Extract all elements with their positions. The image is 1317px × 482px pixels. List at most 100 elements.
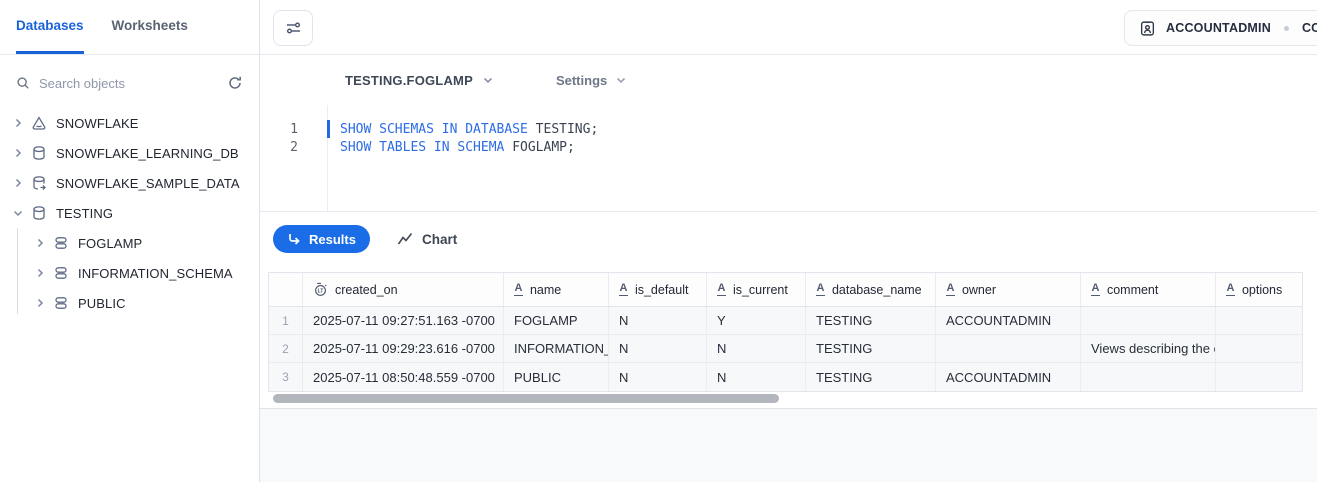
table-cell-is_default[interactable]: N	[609, 363, 707, 391]
tree-item-label: INFORMATION_SCHEMA	[78, 266, 233, 281]
column-header-comment[interactable]: Acomment	[1081, 273, 1216, 306]
tab-databases[interactable]: Databases	[16, 0, 84, 54]
chevron-right-icon[interactable]	[32, 237, 48, 249]
object-explorer-sidebar: Databases Worksheets Search objects SNOW…	[0, 0, 260, 482]
table-cell-is_current[interactable]: N	[707, 335, 806, 362]
database-icon	[31, 145, 47, 161]
table-cell-is_default[interactable]: N	[609, 335, 707, 362]
table-cell-created_on[interactable]: 2025-07-11 09:29:23.616 -0700	[303, 335, 504, 362]
table-cell-created_on[interactable]: 2025-07-11 08:50:48.559 -0700	[303, 363, 504, 391]
row-number-header[interactable]	[269, 273, 303, 306]
table-cell-created_on[interactable]: 2025-07-11 09:27:51.163 -0700	[303, 307, 504, 334]
text-cursor	[327, 120, 330, 138]
table-cell-owner[interactable]: ACCOUNTADMIN	[936, 363, 1081, 391]
chart-tab[interactable]: Chart	[397, 232, 457, 247]
horizontal-scrollbar-track[interactable]	[268, 392, 1303, 406]
chevron-right-icon[interactable]	[32, 267, 48, 279]
results-tab[interactable]: Results	[273, 225, 370, 253]
column-header-is_current[interactable]: Ais_current	[707, 273, 806, 306]
sql-identifier: TESTING;	[536, 122, 599, 137]
tab-worksheets[interactable]: Worksheets	[112, 0, 188, 54]
table-row: 22025-07-11 09:29:23.616 -0700INFORMATIO…	[269, 335, 1302, 363]
table-cell-options[interactable]	[1216, 307, 1304, 334]
code-line[interactable]: SHOW TABLES IN SCHEMA FOGLAMP;	[340, 139, 1317, 157]
row-number[interactable]: 2	[269, 335, 303, 362]
text-type-icon: A	[816, 283, 825, 297]
sidebar-tab-bar: Databases Worksheets	[0, 0, 259, 55]
tree-item-testing[interactable]: TESTING	[0, 198, 259, 228]
column-name: name	[530, 283, 561, 297]
table-cell-name[interactable]: INFORMATION_SCHEMA	[504, 335, 609, 362]
column-header-is_default[interactable]: Ais_default	[609, 273, 707, 306]
horizontal-scrollbar-thumb[interactable]	[273, 394, 779, 403]
refresh-icon[interactable]	[227, 75, 243, 91]
results-panel: Results Chart LTcreated_onAnameAis_defau…	[260, 211, 1317, 482]
code-area[interactable]: SHOW SCHEMAS IN DATABASE TESTING;SHOW TA…	[327, 105, 1317, 211]
text-type-icon: A	[619, 283, 628, 297]
table-cell-name[interactable]: PUBLIC	[504, 363, 609, 391]
table-cell-comment[interactable]	[1081, 307, 1216, 334]
return-arrow-icon	[287, 232, 301, 246]
text-type-icon: A	[1226, 283, 1235, 297]
column-header-created_on[interactable]: LTcreated_on	[303, 273, 504, 306]
tree-item-label: SNOWFLAKE	[56, 116, 139, 131]
panel-background	[260, 409, 1317, 482]
code-line[interactable]: SHOW SCHEMAS IN DATABASE TESTING;	[340, 121, 1317, 139]
database-icon	[31, 205, 47, 221]
tree-item-foglamp[interactable]: FOGLAMP	[0, 228, 259, 258]
settings-dropdown[interactable]: Settings	[556, 73, 627, 88]
sql-keyword: SHOW TABLES IN SCHEMA	[340, 140, 512, 155]
schema-context-dropdown[interactable]: TESTING.FOGLAMP	[345, 73, 494, 88]
chart-tab-label: Chart	[422, 232, 457, 247]
settings-label: Settings	[556, 73, 607, 88]
table-cell-is_current[interactable]: N	[707, 363, 806, 391]
column-name: owner	[962, 283, 996, 297]
row-number[interactable]: 3	[269, 363, 303, 391]
chevron-right-icon[interactable]	[10, 117, 26, 129]
table-cell-options[interactable]	[1216, 335, 1304, 362]
column-name: database_name	[832, 283, 922, 297]
tree-item-snowflake[interactable]: SNOWFLAKE	[0, 108, 259, 138]
row-number[interactable]: 1	[269, 307, 303, 334]
table-cell-comment[interactable]	[1081, 363, 1216, 391]
table-cell-comment[interactable]: Views describing the c	[1081, 335, 1216, 362]
chart-line-icon	[397, 232, 413, 246]
sql-identifier: FOGLAMP;	[512, 140, 575, 155]
tree-item-snowflake_sample_data[interactable]: SNOWFLAKE_SAMPLE_DATA	[0, 168, 259, 198]
table-cell-options[interactable]	[1216, 363, 1304, 391]
chevron-right-icon[interactable]	[10, 147, 26, 159]
table-cell-is_current[interactable]: Y	[707, 307, 806, 334]
worksheet-options-button[interactable]	[273, 10, 313, 46]
tree-item-snowflake_learning_db[interactable]: SNOWFLAKE_LEARNING_DB	[0, 138, 259, 168]
column-header-database_name[interactable]: Adatabase_name	[806, 273, 936, 306]
tree-children-testing: FOGLAMP INFORMATION_SCHEMA PUBLIC	[0, 228, 259, 318]
table-cell-database_name[interactable]: TESTING	[806, 307, 936, 334]
column-header-name[interactable]: Aname	[504, 273, 609, 306]
column-header-options[interactable]: Aoptions	[1216, 273, 1304, 306]
shared-database-icon	[31, 175, 47, 191]
search-objects-input[interactable]: Search objects	[0, 68, 259, 98]
table-cell-name[interactable]: FOGLAMP	[504, 307, 609, 334]
table-cell-database_name[interactable]: TESTING	[806, 335, 936, 362]
chevron-down-icon[interactable]	[10, 207, 26, 219]
chevron-down-icon	[615, 74, 627, 86]
tree-item-public[interactable]: PUBLIC	[0, 288, 259, 318]
column-header-owner[interactable]: Aowner	[936, 273, 1081, 306]
chevron-right-icon[interactable]	[32, 297, 48, 309]
chevron-right-icon[interactable]	[10, 177, 26, 189]
context-separator-dot	[1284, 26, 1289, 31]
context-selector-button[interactable]: ACCOUNTADMIN COMP	[1124, 10, 1317, 46]
sql-editor[interactable]: 12 SHOW SCHEMAS IN DATABASE TESTING;SHOW…	[260, 105, 1317, 211]
text-type-icon: A	[514, 283, 523, 297]
table-cell-database_name[interactable]: TESTING	[806, 363, 936, 391]
sliders-icon	[285, 20, 302, 36]
table-cell-is_default[interactable]: N	[609, 307, 707, 334]
context-warehouse-label: COMP	[1302, 21, 1317, 35]
text-type-icon: A	[1091, 283, 1100, 297]
table-cell-owner[interactable]	[936, 335, 1081, 362]
table-cell-owner[interactable]: ACCOUNTADMIN	[936, 307, 1081, 334]
tree-item-information_schema[interactable]: INFORMATION_SCHEMA	[0, 258, 259, 288]
timestamp-type-icon: LT	[313, 282, 328, 297]
database-tree: SNOWFLAKE SNOWFLAKE_LEARNING_DBSNOWFLAKE_…	[0, 108, 259, 318]
results-tab-bar: Results Chart	[260, 212, 1317, 266]
